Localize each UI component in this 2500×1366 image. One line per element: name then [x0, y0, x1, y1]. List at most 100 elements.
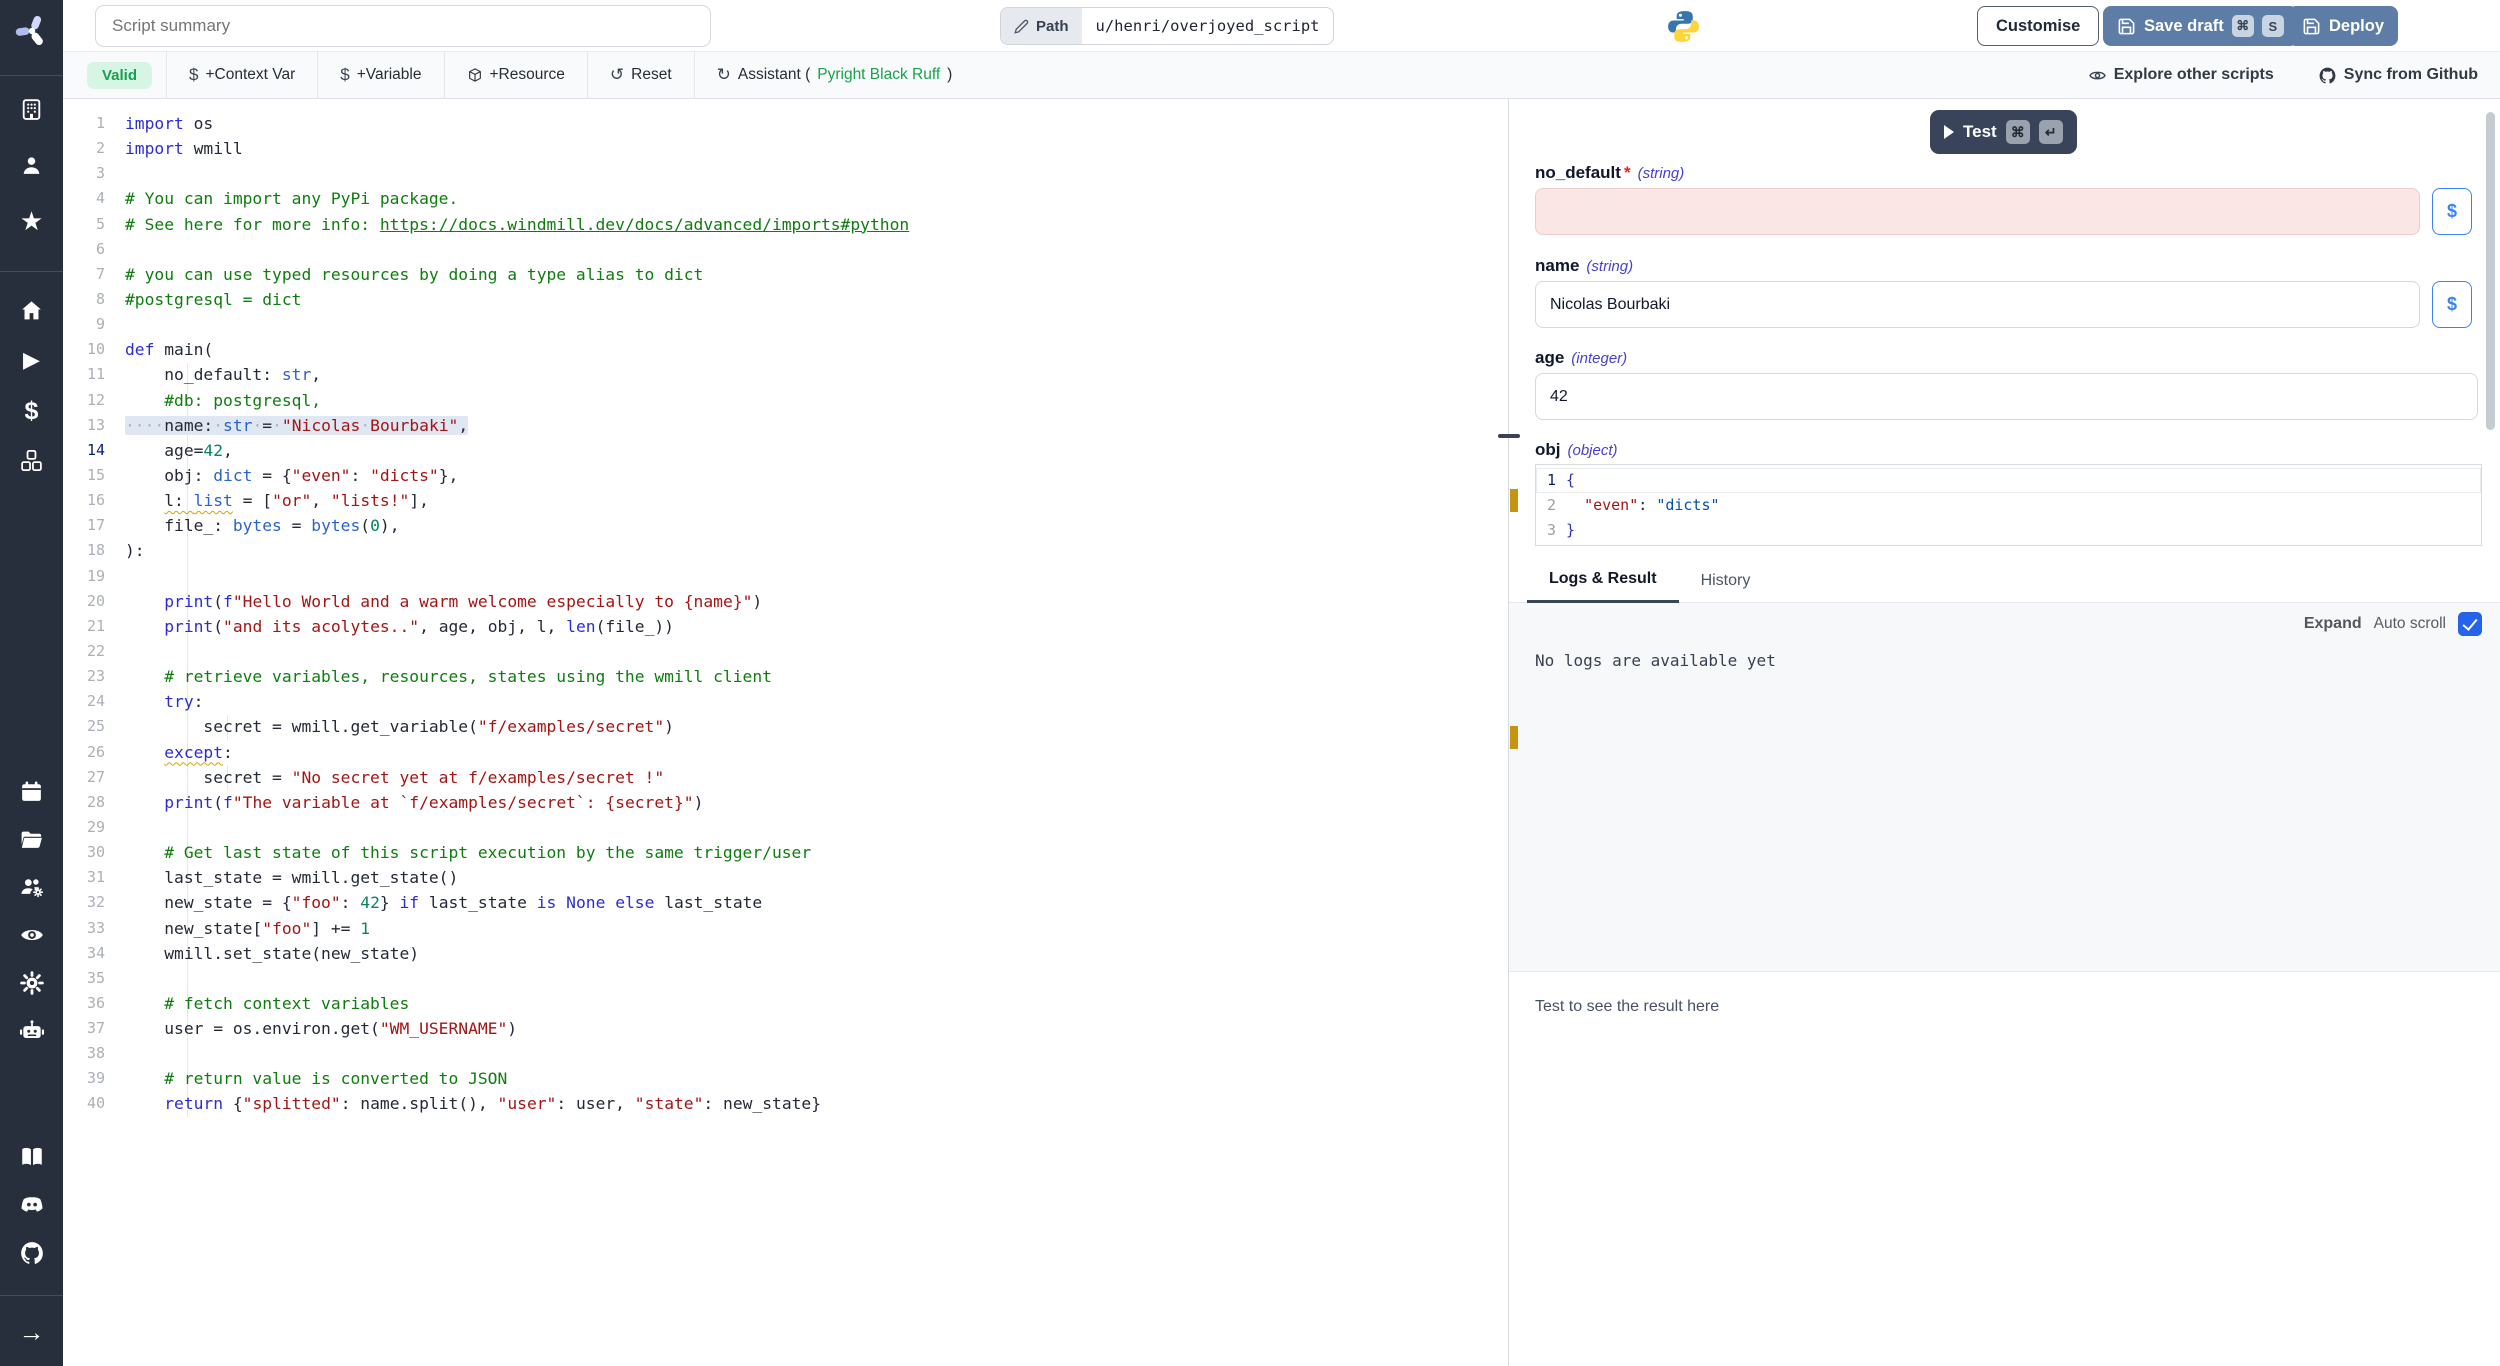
code-line[interactable]: 28 print(f"The variable at `f/examples/s…: [63, 790, 1508, 815]
user-icon[interactable]: [0, 148, 63, 182]
panel-resize-handle[interactable]: [1498, 434, 1520, 438]
code-line[interactable]: 36 # fetch context variables: [63, 991, 1508, 1016]
code-line[interactable]: 39 # return value is converted to JSON: [63, 1066, 1508, 1091]
code-line[interactable]: 19: [63, 564, 1508, 589]
line-number: 13: [63, 413, 119, 438]
sync-from-github-button[interactable]: Sync from Github: [2318, 66, 2478, 85]
add-context-var-button[interactable]: $ +Context Var: [167, 52, 317, 98]
folders-icon[interactable]: [0, 822, 63, 856]
code-line[interactable]: 33 new_state["foo"] += 1: [63, 916, 1508, 941]
schedules-calendar-icon[interactable]: [0, 774, 63, 808]
assistant-button[interactable]: ↻ Assistant (Pyright Black Ruff): [695, 52, 975, 98]
sidebar-divider: [0, 271, 63, 272]
linters-label: Pyright Black Ruff: [817, 66, 940, 84]
line-number: 17: [63, 513, 119, 538]
resources-cubes-icon[interactable]: [0, 443, 63, 477]
tab-history[interactable]: History: [1679, 572, 1773, 602]
explore-other-scripts-button[interactable]: Explore other scripts: [2088, 66, 2274, 85]
workers-users-gear-icon[interactable]: [0, 870, 63, 904]
line-number: 5: [63, 212, 119, 237]
expand-sidebar-arrow-icon[interactable]: →: [0, 1315, 63, 1349]
code-line[interactable]: 13····name:·str·=·"Nicolas·Bourbaki",: [63, 413, 1508, 438]
code-line[interactable]: 6: [63, 237, 1508, 262]
code-line[interactable]: 40 return {"splitted": name.split(), "us…: [63, 1091, 1508, 1116]
favorites-star-icon[interactable]: ★: [0, 204, 63, 238]
script-summary-input[interactable]: [95, 5, 711, 47]
audit-logs-eye-icon[interactable]: [0, 918, 63, 952]
github-icon[interactable]: [0, 1236, 63, 1270]
json-line[interactable]: 3}: [1536, 518, 2481, 543]
code-line[interactable]: 5# See here for more info: https://docs.…: [63, 212, 1508, 237]
code-line[interactable]: 18):: [63, 538, 1508, 563]
code-line[interactable]: 35: [63, 966, 1508, 991]
line-number: 1: [63, 111, 119, 136]
save-draft-button[interactable]: Save draft ⌘ S: [2103, 6, 2298, 46]
autoscroll-checkbox[interactable]: [2458, 612, 2482, 636]
code-line[interactable]: 11 no_default: str,: [63, 362, 1508, 387]
code-line[interactable]: 17 file_: bytes = bytes(0),: [63, 513, 1508, 538]
code-line[interactable]: 3: [63, 161, 1508, 186]
deploy-button[interactable]: Deploy: [2288, 6, 2398, 46]
code-line[interactable]: 26 except:: [63, 740, 1508, 765]
code-line[interactable]: 22: [63, 639, 1508, 664]
customise-button[interactable]: Customise: [1977, 6, 2099, 46]
home-icon[interactable]: [0, 293, 63, 327]
discord-icon[interactable]: [0, 1188, 63, 1222]
insert-variable-button[interactable]: $: [2432, 188, 2472, 235]
no-default-input[interactable]: [1535, 188, 2420, 235]
expand-button[interactable]: Expand: [2304, 615, 2362, 633]
line-number: 34: [63, 941, 119, 966]
code-line[interactable]: 2import wmill: [63, 136, 1508, 161]
json-line[interactable]: 1{: [1536, 468, 2481, 493]
code-line[interactable]: 34 wmill.set_state(new_state): [63, 941, 1508, 966]
name-input[interactable]: [1535, 281, 2420, 328]
code-line[interactable]: 15 obj: dict = {"even": "dicts"},: [63, 463, 1508, 488]
path-field[interactable]: Path u/henri/overjoyed_script: [1000, 7, 1334, 45]
obj-json-editor[interactable]: 1{2 "even": "dicts"3}: [1535, 464, 2482, 546]
code-line[interactable]: 27 secret = "No secret yet at f/examples…: [63, 765, 1508, 790]
add-resource-button[interactable]: +Resource: [445, 52, 587, 98]
ai-robot-icon[interactable]: [0, 1014, 63, 1048]
code-line[interactable]: 25 secret = wmill.get_variable("f/exampl…: [63, 714, 1508, 739]
code-editor[interactable]: 1import os2import wmill34# You can impor…: [63, 99, 1508, 1366]
json-line[interactable]: 2 "even": "dicts": [1536, 493, 2481, 518]
panel-divider[interactable]: [1508, 99, 1509, 1366]
reset-button[interactable]: ↺ Reset: [588, 52, 694, 98]
code-line[interactable]: 1import os: [63, 111, 1508, 136]
code-line[interactable]: 16 l: list = ["or", "lists!"],: [63, 488, 1508, 513]
workspace-icon[interactable]: [0, 92, 63, 126]
code-line[interactable]: 9: [63, 312, 1508, 337]
code-line[interactable]: 32 new_state = {"foo": 42} if last_state…: [63, 890, 1508, 915]
logs-area: Expand Auto scroll No logs are available…: [1509, 603, 2500, 971]
code-line[interactable]: 37 user = os.environ.get("WM_USERNAME"): [63, 1016, 1508, 1041]
code-line[interactable]: 31 last_state = wmill.get_state(): [63, 865, 1508, 890]
add-variable-button[interactable]: $ +Variable: [318, 52, 443, 98]
line-number: 2: [63, 136, 119, 161]
code-line[interactable]: 4# You can import any PyPi package.: [63, 186, 1508, 211]
path-label: Path: [1001, 8, 1082, 44]
code-line[interactable]: 20 print(f"Hello World and a warm welcom…: [63, 589, 1508, 614]
code-line[interactable]: 14 age=42,: [63, 438, 1508, 463]
code-line[interactable]: 24 try:: [63, 689, 1508, 714]
variables-dollar-icon[interactable]: $: [0, 394, 63, 428]
insert-variable-button[interactable]: $: [2432, 281, 2472, 328]
line-number: 21: [63, 614, 119, 639]
code-line[interactable]: 12 #db: postgresql,: [63, 388, 1508, 413]
tab-logs-result[interactable]: Logs & Result: [1527, 570, 1679, 603]
scrollbar-thumb[interactable]: [2486, 112, 2495, 430]
age-input[interactable]: [1535, 373, 2478, 420]
runs-play-icon[interactable]: ▶: [0, 343, 63, 377]
code-line[interactable]: 29: [63, 815, 1508, 840]
code-line[interactable]: 7# you can use typed resources by doing …: [63, 262, 1508, 287]
code-line[interactable]: 21 print("and its acolytes..", age, obj,…: [63, 614, 1508, 639]
code-line[interactable]: 30 # Get last state of this script execu…: [63, 840, 1508, 865]
test-button[interactable]: Test ⌘ ↵: [1930, 110, 2077, 154]
docs-book-icon[interactable]: [0, 1140, 63, 1174]
code-line[interactable]: 8#postgresql = dict: [63, 287, 1508, 312]
code-line[interactable]: 38: [63, 1041, 1508, 1066]
code-line[interactable]: 10def main(: [63, 337, 1508, 362]
path-value[interactable]: u/henri/overjoyed_script: [1082, 8, 1334, 44]
settings-gear-icon[interactable]: [0, 966, 63, 1000]
code-line[interactable]: 23 # retrieve variables, resources, stat…: [63, 664, 1508, 689]
windmill-logo-icon[interactable]: [0, 8, 63, 54]
